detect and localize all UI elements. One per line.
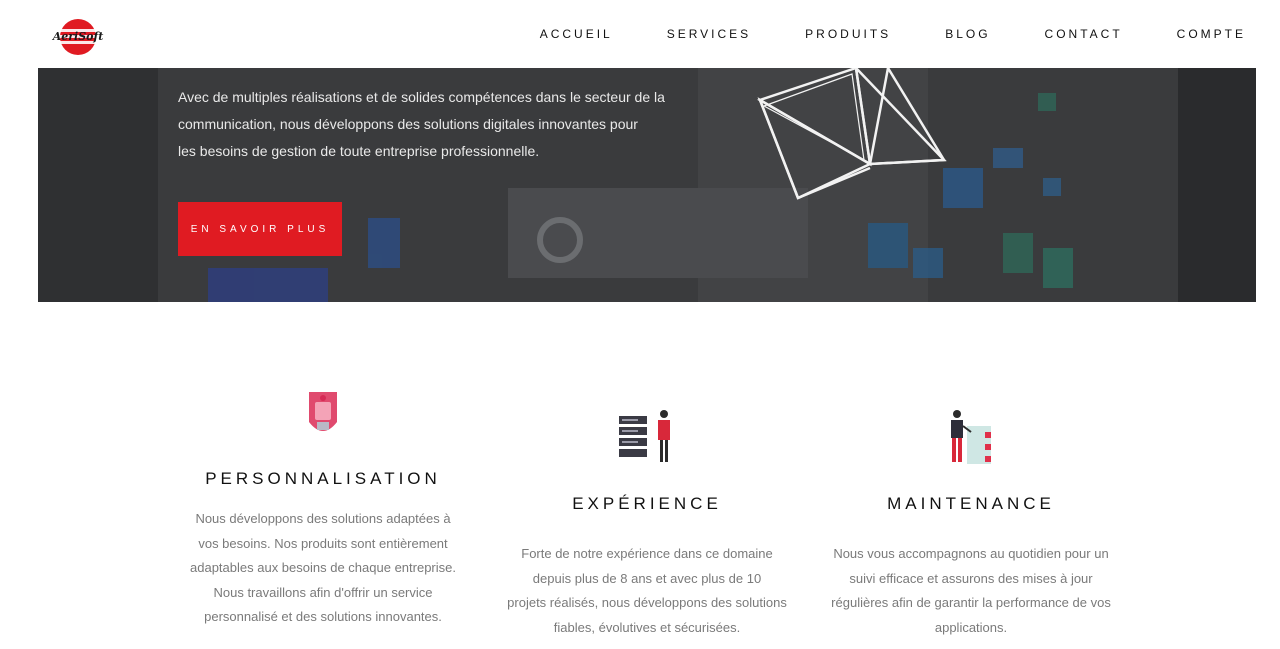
logo[interactable]: AeriSoft [50, 14, 106, 60]
nav-services[interactable]: SERVICES [667, 27, 751, 41]
feature-line: applications. [934, 619, 1008, 635]
feature-line: fiables, évolutives et sécurisées. [553, 619, 741, 635]
feature-line: projets réalisés, nous développons des s… [507, 595, 787, 610]
feature-line: Forte de notre expérience dans ce domain… [521, 546, 773, 561]
logo-text: AeriSoft [52, 30, 104, 43]
nav-compte[interactable]: COMPTE [1177, 27, 1246, 41]
feature-title: PERSONNALISATION [205, 469, 441, 488]
nav-contact[interactable]: CONTACT [1045, 27, 1123, 41]
hero-line-2: communication, nous développons des solu… [178, 116, 638, 132]
feature-personnalisation: PERSONNALISATION Nous développons des so… [170, 388, 476, 630]
feature-line: régulières afin de garantir la performan… [831, 595, 1111, 610]
feature-experience: EXPÉRIENCE Forte de notre expérience dan… [498, 408, 796, 640]
feature-title: EXPÉRIENCE [572, 494, 722, 513]
feature-line: adaptables aux besoins de chaque entrepr… [190, 560, 456, 575]
feature-line: Nous développons des solutions adaptées … [195, 511, 451, 526]
hero-banner: Avec de multiples réalisations et de sol… [38, 68, 1256, 302]
learn-more-button[interactable]: EN SAVOIR PLUS [178, 202, 342, 256]
feature-line: personnalisé et des solutions innovantes… [204, 609, 442, 624]
logo-icon: AeriSoft [52, 19, 104, 55]
nav-blog[interactable]: BLOG [945, 27, 990, 41]
nav-accueil[interactable]: ACCUEIL [540, 27, 613, 41]
server-person-icon [498, 408, 796, 466]
feature-title: MAINTENANCE [887, 494, 1055, 513]
feature-maintenance: MAINTENANCE Nous vous accompagnons au qu… [830, 408, 1112, 640]
feature-line: suivi efficace et assurons des mises à j… [849, 570, 1093, 586]
feature-line: Nous travaillons afin d'offrir un servic… [213, 584, 433, 600]
shield-icon [170, 388, 476, 442]
site-header: AeriSoft ACCUEIL SERVICES PRODUITS BLOG … [0, 0, 1280, 68]
maintenance-person-icon [830, 408, 1112, 466]
hero-description: Avec de multiples réalisations et de sol… [178, 84, 698, 165]
main-nav: ACCUEIL SERVICES PRODUITS BLOG CONTACT C… [486, 0, 1246, 68]
feature-line: vos besoins. Nos produits sont entièreme… [198, 535, 448, 551]
feature-line: depuis plus de 8 ans et avec plus de 10 [532, 570, 762, 586]
hero-line-1: Avec de multiples réalisations et de sol… [178, 89, 665, 105]
feature-text: Nous vous accompagnons au quotidien pour… [830, 542, 1112, 640]
feature-text: Nous développons des solutions adaptées … [170, 507, 476, 630]
feature-text: Forte de notre expérience dans ce domain… [498, 542, 796, 640]
feature-line: Nous vous accompagnons au quotidien pour… [833, 546, 1109, 561]
hero-line-3: les besoins de gestion de toute entrepri… [178, 143, 540, 159]
nav-produits[interactable]: PRODUITS [805, 27, 891, 41]
